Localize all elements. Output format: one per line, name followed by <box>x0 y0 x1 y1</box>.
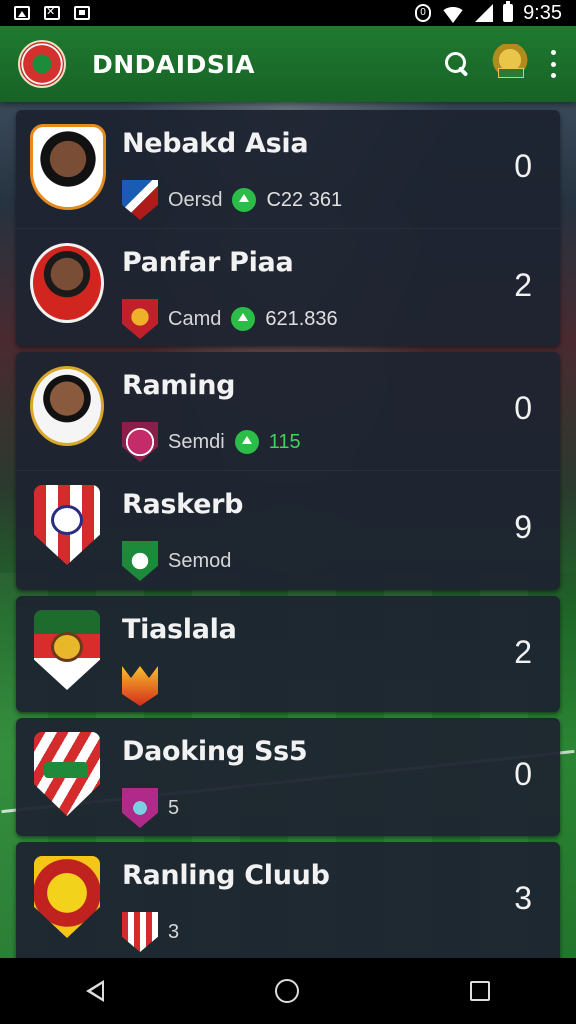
score: 0 <box>514 756 532 792</box>
meta-label: Semod <box>168 549 232 572</box>
crest-emblem <box>44 762 88 778</box>
score: 9 <box>514 509 532 545</box>
club-crest-icon <box>122 541 158 581</box>
trophy-icon[interactable] <box>490 44 530 84</box>
home-icon[interactable] <box>274 979 299 1003</box>
meta-label: 3 <box>168 920 180 943</box>
stat-value: 621.836 <box>265 307 338 330</box>
crest-emblem <box>51 632 83 662</box>
club-crest-icon <box>122 180 158 220</box>
club-crest-icon <box>34 610 100 690</box>
navigation-bar <box>0 958 576 1024</box>
item-meta: Semod <box>122 541 231 581</box>
list-item[interactable]: Nebakd Asia Oersd C22 361 0 <box>16 110 560 228</box>
club-crest-icon <box>122 666 158 706</box>
item-name: Panfar Piaa <box>122 247 294 278</box>
item-meta: 3 <box>122 912 179 952</box>
list-item[interactable]: Panfar Piaa Camd 621.836 2 <box>16 228 560 346</box>
more-vert-icon[interactable] <box>548 50 558 78</box>
stat-value: C22 361 <box>266 188 343 211</box>
player-avatar <box>30 243 104 323</box>
score: 0 <box>514 148 532 184</box>
list-item[interactable]: Daoking Ss5 5 0 <box>16 718 560 836</box>
wifi-icon <box>441 7 466 23</box>
crest-emblem <box>51 505 83 535</box>
item-name: Tiaslala <box>122 614 237 645</box>
app-title: DNDAIDSIA <box>92 49 255 79</box>
item-name: Daoking Ss5 <box>122 736 308 767</box>
meta-label: 5 <box>168 796 180 819</box>
list-item[interactable]: Tiaslala 2 <box>16 596 560 714</box>
meta-label: Semdi <box>168 430 225 453</box>
club-crest-icon <box>122 912 158 952</box>
up-arrow-icon <box>231 307 256 331</box>
stat-value: 115 <box>268 430 301 453</box>
list-item[interactable]: Raskerb Semod 9 <box>16 470 560 588</box>
score: 2 <box>514 634 532 670</box>
recents-icon[interactable] <box>470 981 491 1001</box>
score: 3 <box>514 880 532 916</box>
item-meta: 5 <box>122 788 179 828</box>
club-crest-icon <box>122 422 158 462</box>
item-name: Ranling Cluub <box>122 860 330 891</box>
item-meta <box>122 666 168 706</box>
list-item[interactable]: Ranling Cluub 3 3 <box>16 842 560 960</box>
status-bar: 0 9:35 <box>0 0 576 26</box>
status-right-icons: 0 9:35 <box>415 1 562 25</box>
app-bar: DNDAIDSIA <box>0 26 576 102</box>
up-arrow-icon <box>234 430 259 454</box>
meta-label: Oersd <box>168 188 223 211</box>
up-arrow-icon <box>232 188 257 212</box>
search-icon[interactable] <box>442 49 472 79</box>
score: 0 <box>514 390 532 426</box>
status-left-icons <box>14 5 90 20</box>
player-avatar <box>30 366 104 446</box>
item-meta: Semdi 115 <box>122 422 301 462</box>
app-logo[interactable] <box>18 40 66 88</box>
app-actions <box>442 44 558 84</box>
item-name: Raming <box>122 370 236 401</box>
player-avatar <box>30 124 106 210</box>
club-crest-icon <box>122 788 158 828</box>
picture-icon <box>74 6 90 20</box>
item-name: Nebakd Asia <box>122 128 309 159</box>
item-meta: Camd 621.836 <box>122 299 338 339</box>
club-crest-icon <box>34 485 100 565</box>
vibrate-icon: 0 <box>415 4 432 22</box>
item-meta: Oersd C22 361 <box>122 180 342 220</box>
image-icon <box>14 6 30 20</box>
meta-label: Camd <box>168 307 222 330</box>
score: 2 <box>514 267 532 303</box>
close-box-icon <box>44 5 60 20</box>
club-crest-icon <box>34 732 100 816</box>
item-name: Raskerb <box>122 489 244 520</box>
signal-icon <box>475 4 494 22</box>
back-icon[interactable] <box>85 980 104 1002</box>
list-item[interactable]: Raming Semdi 115 0 <box>16 352 560 470</box>
battery-icon <box>503 1 514 22</box>
club-crest-icon <box>34 856 100 938</box>
club-crest-icon <box>122 299 158 339</box>
clock: 9:35 <box>523 1 562 24</box>
